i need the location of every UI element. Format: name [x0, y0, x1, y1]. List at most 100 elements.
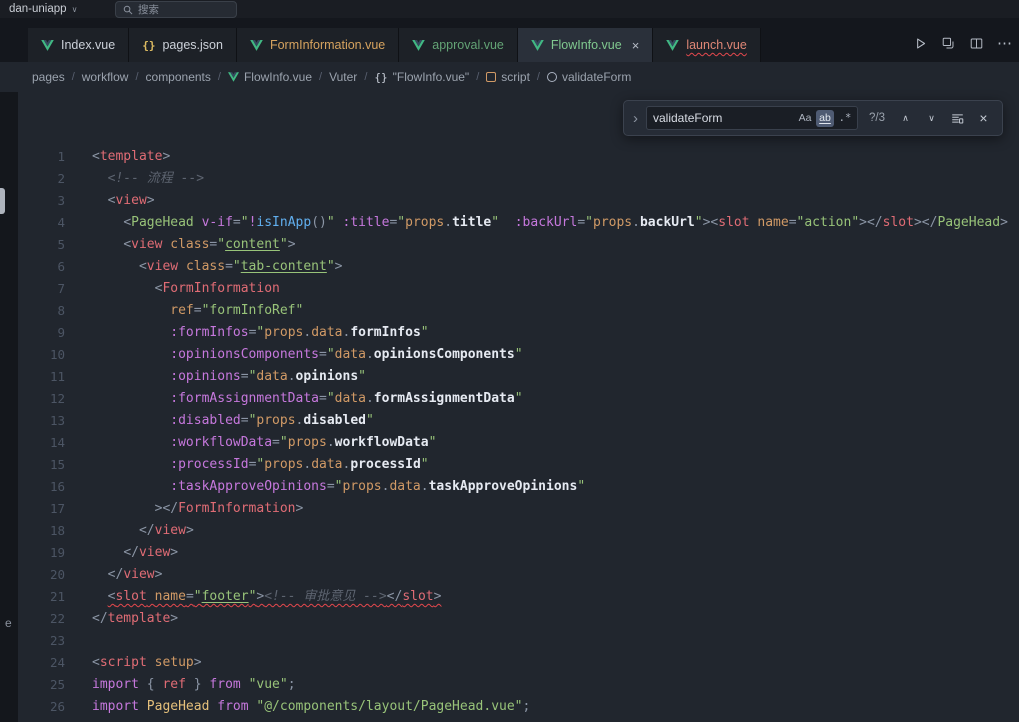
line-number[interactable]: 16	[18, 476, 65, 498]
code-line[interactable]: 13 :disabled="props.disabled"	[18, 410, 1019, 432]
code-text[interactable]: <script setup>	[92, 652, 202, 674]
line-number[interactable]: 26	[18, 696, 65, 718]
code-text[interactable]: </template>	[92, 608, 178, 630]
line-number[interactable]: 4	[18, 212, 65, 234]
next-match-button[interactable]: ∨	[922, 109, 941, 128]
tab-FlowInfo.vue[interactable]: FlowInfo.vue×	[518, 28, 653, 62]
line-number[interactable]: 25	[18, 674, 65, 696]
code-text[interactable]: :opinionsComponents="data.opinionsCompon…	[92, 344, 523, 366]
code-text[interactable]: <PageHead v-if="!isInApp()" :title="prop…	[92, 212, 1008, 234]
breadcrumb-item-validateForm[interactable]: validateForm	[547, 70, 631, 84]
find-input[interactable]	[647, 111, 796, 125]
line-number[interactable]: 22	[18, 608, 65, 630]
code-line[interactable]: 18 </view>	[18, 520, 1019, 542]
breadcrumb-item-pages[interactable]: pages	[32, 70, 65, 84]
project-name[interactable]: dan-uniapp	[9, 3, 67, 15]
code-text[interactable]: </view>	[92, 520, 194, 542]
code-text[interactable]: :workflowData="props.workflowData"	[92, 432, 436, 454]
code-text[interactable]: :formInfos="props.data.formInfos"	[92, 322, 429, 344]
previous-match-button[interactable]: ∧	[896, 109, 915, 128]
code-line[interactable]: 23	[18, 630, 1019, 652]
code-line[interactable]: 19 </view>	[18, 542, 1019, 564]
code-line[interactable]: 22 </template>	[18, 608, 1019, 630]
code-line[interactable]: 6 <view class="tab-content">	[18, 256, 1019, 278]
open-changes-button[interactable]	[936, 32, 961, 54]
line-number[interactable]: 7	[18, 278, 65, 300]
code-line[interactable]: 5 <view class="content">	[18, 234, 1019, 256]
breadcrumb-item-workflow[interactable]: workflow	[82, 70, 129, 84]
tab-approval.vue[interactable]: approval.vue	[399, 28, 518, 62]
code-text[interactable]: :taskApproveOpinions="props.data.taskApp…	[92, 476, 585, 498]
line-number[interactable]: 11	[18, 366, 65, 388]
code-line[interactable]: 25 import { ref } from "vue";	[18, 674, 1019, 696]
code-line[interactable]: 20 </view>	[18, 564, 1019, 586]
line-number[interactable]: 17	[18, 498, 65, 520]
line-number[interactable]: 24	[18, 652, 65, 674]
line-number[interactable]: 5	[18, 234, 65, 256]
code-line[interactable]: 9 :formInfos="props.data.formInfos"	[18, 322, 1019, 344]
code-line[interactable]: 2 <!-- 流程 -->	[18, 168, 1019, 190]
code-line[interactable]: 11 :opinions="data.opinions"	[18, 366, 1019, 388]
code-line[interactable]: 3 <view>	[18, 190, 1019, 212]
line-number[interactable]: 2	[18, 168, 65, 190]
line-number[interactable]: 10	[18, 344, 65, 366]
close-tab-icon[interactable]: ×	[632, 39, 640, 52]
line-number[interactable]: 19	[18, 542, 65, 564]
whole-word-button[interactable]: ab	[816, 110, 834, 127]
line-number[interactable]: 15	[18, 454, 65, 476]
line-number[interactable]: 23	[18, 630, 65, 652]
code-line[interactable]: 26 import PageHead from "@/components/lay…	[18, 696, 1019, 718]
code-text[interactable]: ref="formInfoRef"	[92, 300, 303, 322]
split-editor-button[interactable]	[964, 32, 989, 54]
line-number[interactable]: 14	[18, 432, 65, 454]
code-text[interactable]: ></FormInformation>	[92, 498, 303, 520]
code-line[interactable]: 14 :workflowData="props.workflowData"	[18, 432, 1019, 454]
code-line[interactable]: 8 ref="formInfoRef"	[18, 300, 1019, 322]
code-text[interactable]: </view>	[92, 542, 178, 564]
line-number[interactable]: 1	[18, 146, 65, 168]
line-number[interactable]: 20	[18, 564, 65, 586]
titlebar-search-box[interactable]: 搜索	[115, 1, 237, 18]
line-number[interactable]: 18	[18, 520, 65, 542]
code-text[interactable]: :formAssignmentData="data.formAssignment…	[92, 388, 523, 410]
code-line[interactable]: 10 :opinionsComponents="data.opinionsCom…	[18, 344, 1019, 366]
code-line[interactable]: 4 <PageHead v-if="!isInApp()" :title="pr…	[18, 212, 1019, 234]
breadcrumb-item-script[interactable]: script	[486, 70, 530, 84]
code-area[interactable]: 1<template>2 <!-- 流程 -->3 <view>4 <PageH…	[18, 92, 1019, 722]
code-text[interactable]: import { ref } from "vue";	[92, 674, 296, 696]
code-line[interactable]: 24 <script setup>	[18, 652, 1019, 674]
code-text[interactable]: <view>	[92, 190, 155, 212]
code-line[interactable]: 16 :taskApproveOpinions="props.data.task…	[18, 476, 1019, 498]
tab-launch.vue[interactable]: launch.vue	[653, 28, 760, 62]
code-text[interactable]: <!-- 流程 -->	[92, 168, 204, 190]
line-number[interactable]: 9	[18, 322, 65, 344]
code-text[interactable]: <view class="content">	[92, 234, 296, 256]
line-number[interactable]: 12	[18, 388, 65, 410]
run-button[interactable]	[908, 32, 933, 54]
code-line[interactable]: 12 :formAssignmentData="data.formAssignm…	[18, 388, 1019, 410]
line-number[interactable]: 6	[18, 256, 65, 278]
code-line[interactable]: 17 ></FormInformation>	[18, 498, 1019, 520]
match-case-button[interactable]: Aa	[796, 110, 814, 127]
code-text[interactable]: <template>	[92, 146, 170, 168]
code-text[interactable]: import PageHead from "@/components/layou…	[92, 696, 530, 718]
more-actions-button[interactable]: ⋯	[992, 32, 1017, 54]
code-line[interactable]: 21 <slot name="footer"><!-- 审批意见 --></sl…	[18, 586, 1019, 608]
breadcrumb-item-FlowInfo.vue[interactable]: FlowInfo.vue	[228, 70, 312, 84]
code-text[interactable]: :processId="props.data.processId"	[92, 454, 429, 476]
code-text[interactable]: <FormInformation	[92, 278, 280, 300]
code-line[interactable]: 7 <FormInformation	[18, 278, 1019, 300]
tab-pages.json[interactable]: {}pages.json	[129, 28, 237, 62]
code-text[interactable]: <slot name="footer"><!-- 审批意见 --></slot>	[92, 586, 441, 608]
breadcrumb-item-FlowInfo.vue[interactable]: {}"FlowInfo.vue"	[374, 70, 469, 84]
code-line[interactable]: 15 :processId="props.data.processId"	[18, 454, 1019, 476]
breadcrumb-item-Vuter[interactable]: Vuter	[329, 70, 357, 84]
toggle-replace-chevron-icon[interactable]: ›	[633, 111, 638, 126]
code-text[interactable]: <view class="tab-content">	[92, 256, 342, 278]
breadcrumb-item-components[interactable]: components	[146, 70, 211, 84]
code-text[interactable]: </view>	[92, 564, 162, 586]
code-text[interactable]: :opinions="data.opinions"	[92, 366, 366, 388]
code-text[interactable]: :disabled="props.disabled"	[92, 410, 374, 432]
line-number[interactable]: 3	[18, 190, 65, 212]
code-line[interactable]: 1 <template>	[18, 146, 1019, 168]
